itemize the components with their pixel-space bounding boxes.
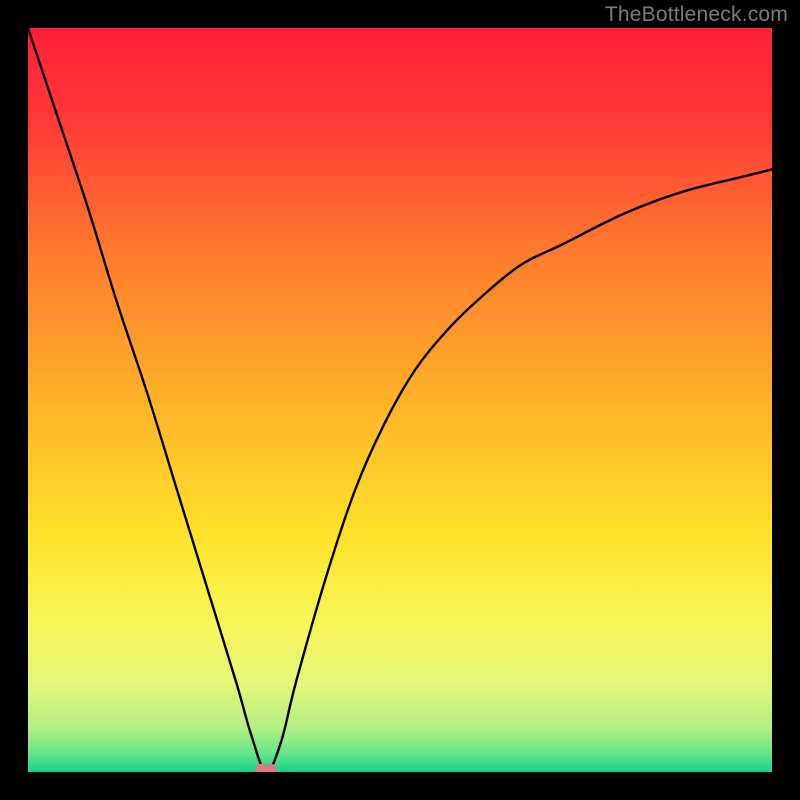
curve-layer bbox=[28, 28, 772, 772]
watermark-text: TheBottleneck.com bbox=[605, 3, 788, 27]
chart-frame: TheBottleneck.com bbox=[0, 0, 800, 800]
minimum-marker bbox=[255, 764, 277, 772]
plot-area bbox=[28, 28, 772, 772]
bottleneck-curve bbox=[28, 28, 772, 772]
